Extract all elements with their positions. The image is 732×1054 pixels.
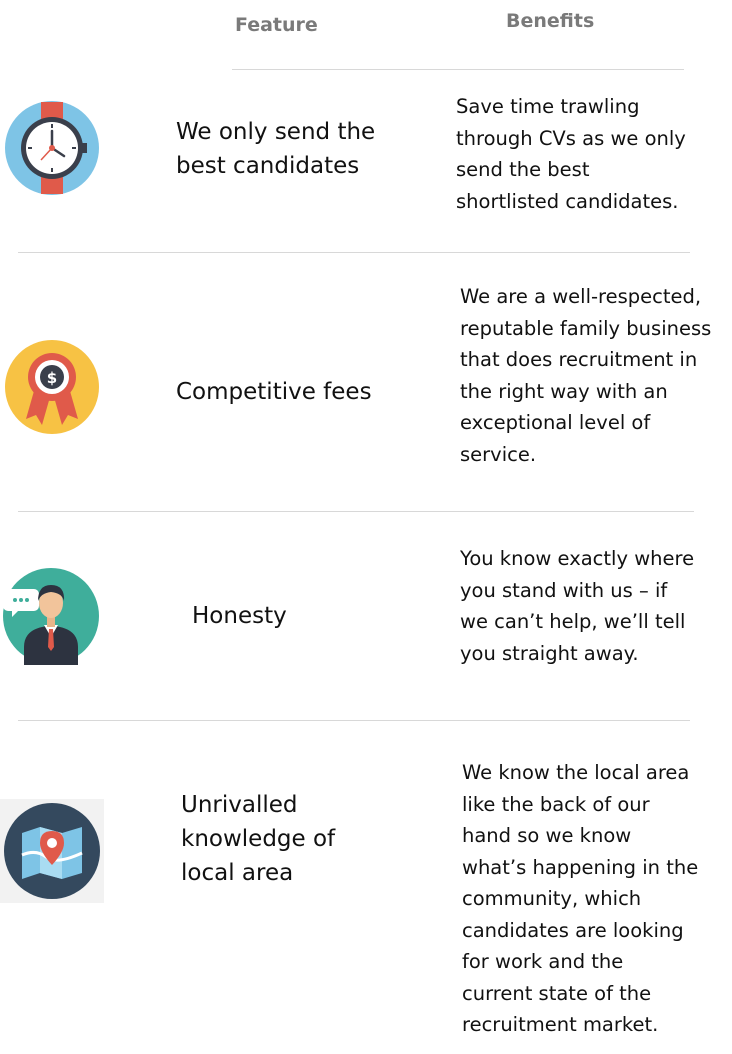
feature-text: Honesty — [192, 603, 287, 629]
award-medal-icon: $ — [4, 339, 100, 435]
feature-text: We only send the best candidates — [176, 119, 376, 179]
svg-text:$: $ — [47, 369, 57, 387]
table-header: Feature Benefits — [0, 0, 732, 70]
benefit-text: You know exactly where you stand with us… — [460, 547, 695, 665]
benefits-column-header: Benefits — [506, 10, 595, 32]
benefit-text: We know the local area like the back of … — [462, 761, 699, 1036]
table-row: Unrivalled knowledge of local area We kn… — [0, 721, 732, 1054]
table-row: $ Competitive fees We are a well-respect… — [0, 253, 732, 511]
benefit-text: Save time trawling through CVs as we onl… — [456, 95, 686, 213]
watch-icon — [4, 100, 100, 196]
feature-column-header: Feature — [235, 14, 318, 36]
businessman-speech-icon — [2, 567, 100, 665]
feature-text: Unrivalled knowledge of local area — [181, 792, 336, 886]
map-pin-icon — [0, 799, 104, 903]
benefit-text: We are a well-respected, reputable famil… — [460, 285, 712, 466]
table-row: We only send the best candidates Save ti… — [0, 70, 732, 252]
table-row: Honesty You know exactly where you stand… — [0, 512, 732, 720]
feature-text: Competitive fees — [176, 379, 372, 405]
